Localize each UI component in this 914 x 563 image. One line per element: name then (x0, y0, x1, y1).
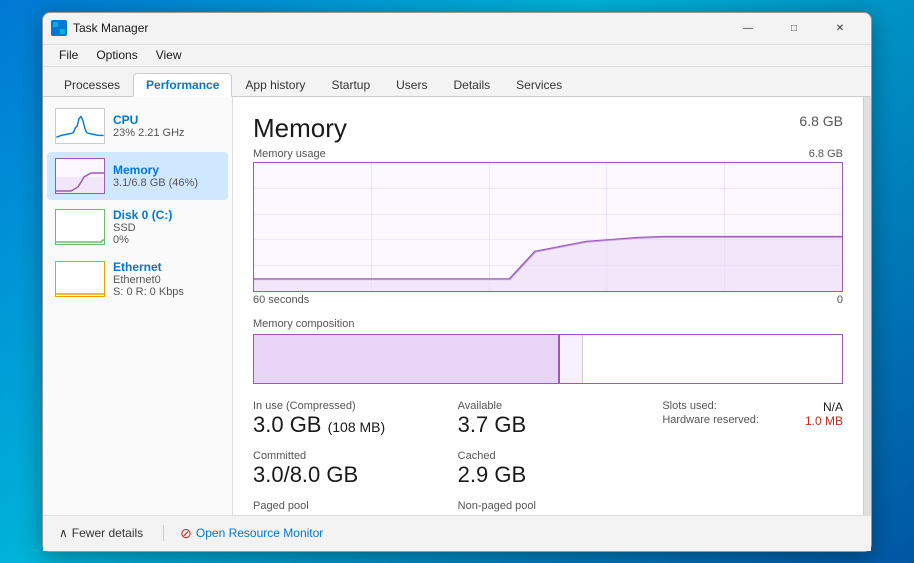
slots-label: Slots used: (662, 400, 716, 414)
main-panel: Memory 6.8 GB Memory usage 6.8 GB (233, 97, 863, 515)
stat-cached: Cached 2.9 GB (458, 450, 639, 488)
ethernet-info: Ethernet Ethernet0 S: 0 R: 0 Kbps (113, 260, 184, 298)
footer-divider (163, 525, 164, 541)
tab-services[interactable]: Services (503, 73, 575, 96)
tab-details[interactable]: Details (440, 73, 503, 96)
open-resource-monitor-link[interactable]: ⊘ Open Resource Monitor (180, 525, 323, 542)
ethernet-name: Ethernet0 (113, 274, 184, 286)
tab-processes[interactable]: Processes (51, 73, 133, 96)
hw-reserved-value: 1.0 MB (805, 414, 843, 428)
tab-app-history[interactable]: App history (232, 73, 318, 96)
composition-label: Memory composition (253, 318, 843, 330)
maximize-button[interactable]: □ (771, 12, 817, 44)
slots-row: Slots used: N/A (662, 400, 843, 414)
cpu-thumbnail (55, 108, 105, 144)
close-button[interactable]: ✕ (817, 12, 863, 44)
minimize-button[interactable]: — (725, 12, 771, 44)
page-title: Memory (253, 113, 347, 144)
sidebar-item-cpu[interactable]: CPU 23% 2.21 GHz (47, 102, 228, 150)
disk-type: SSD (113, 222, 172, 234)
in-use-label: In use (Compressed) (253, 400, 434, 412)
available-value: 3.7 GB (458, 412, 639, 438)
available-label: Available (458, 400, 639, 412)
committed-label: Committed (253, 450, 434, 462)
sidebar-item-memory[interactable]: Memory 3.1/6.8 GB (46%) (47, 152, 228, 200)
sidebar: CPU 23% 2.21 GHz Memory 3.1/6.8 GB (46%) (43, 97, 233, 515)
stat-in-use: In use (Compressed) 3.0 GB (108 MB) (253, 400, 434, 438)
stat-non-paged-pool: Non-paged pool 118 MB (458, 500, 639, 514)
footer: ∧ Fewer details ⊘ Open Resource Monitor (43, 515, 871, 551)
comp-used (254, 335, 560, 383)
composition-section: Memory composition (253, 318, 843, 384)
chart-time-right: 0 (837, 294, 843, 306)
memory-label: Memory (113, 163, 198, 177)
open-resource-monitor-label: Open Resource Monitor (196, 526, 323, 540)
main-header: Memory 6.8 GB (253, 113, 843, 144)
stats-spacer (662, 450, 843, 488)
tab-performance[interactable]: Performance (133, 73, 232, 97)
resource-monitor-icon: ⊘ (180, 525, 192, 542)
slots-value: N/A (823, 400, 843, 414)
menu-view[interactable]: View (148, 46, 190, 64)
memory-stats: 3.1/6.8 GB (46%) (113, 177, 198, 189)
window-title: Task Manager (73, 21, 725, 35)
cached-value: 2.9 GB (458, 462, 639, 488)
hw-reserved-row: Hardware reserved: 1.0 MB (662, 414, 843, 428)
memory-thumbnail (55, 158, 105, 194)
tab-bar: Processes Performance App history Startu… (43, 67, 871, 97)
ethernet-label: Ethernet (113, 260, 184, 274)
paged-pool-label: Paged pool (253, 500, 434, 512)
menu-file[interactable]: File (51, 46, 86, 64)
committed-value: 3.0/8.0 GB (253, 462, 434, 488)
disk-usage: 0% (113, 234, 172, 246)
memory-total: 6.8 GB (799, 113, 843, 129)
stat-paged-pool: Paged pool 251 MB (253, 500, 434, 514)
chart-max: 6.8 GB (809, 148, 843, 160)
content-area: CPU 23% 2.21 GHz Memory 3.1/6.8 GB (46%) (43, 97, 871, 515)
chevron-down-icon: ∧ (59, 526, 68, 540)
comp-free (583, 335, 842, 383)
non-paged-pool-label: Non-paged pool (458, 500, 639, 512)
cpu-label: CPU (113, 113, 185, 127)
sidebar-item-disk[interactable]: Disk 0 (C:) SSD 0% (47, 202, 228, 252)
fewer-details-button[interactable]: ∧ Fewer details (55, 524, 147, 542)
scrollbar[interactable] (863, 97, 871, 515)
disk-thumbnail (55, 209, 105, 245)
memory-chart (253, 162, 843, 292)
cpu-info: CPU 23% 2.21 GHz (113, 113, 185, 139)
menu-bar: File Options View (43, 45, 871, 67)
app-icon (51, 20, 67, 36)
menu-options[interactable]: Options (88, 46, 145, 64)
sidebar-item-ethernet[interactable]: Ethernet Ethernet0 S: 0 R: 0 Kbps (47, 254, 228, 304)
fewer-details-label: Fewer details (72, 526, 143, 540)
hw-reserved-label: Hardware reserved: (662, 414, 759, 428)
stats-grid: In use (Compressed) 3.0 GB (108 MB) Avai… (253, 400, 843, 515)
disk-label: Disk 0 (C:) (113, 208, 172, 222)
memory-info: Memory 3.1/6.8 GB (46%) (113, 163, 198, 189)
task-manager-window: Task Manager — □ ✕ File Options View Pro… (42, 12, 872, 552)
chart-time-left: 60 seconds (253, 294, 309, 306)
stat-slots: Slots used: N/A Hardware reserved: 1.0 M… (662, 400, 843, 438)
disk-info: Disk 0 (C:) SSD 0% (113, 208, 172, 246)
ethernet-speed: S: 0 R: 0 Kbps (113, 286, 184, 298)
title-bar: Task Manager — □ ✕ (43, 13, 871, 45)
chart-header: Memory usage 6.8 GB (253, 148, 843, 160)
in-use-value: 3.0 GB (108 MB) (253, 412, 434, 438)
comp-standby (560, 335, 584, 383)
cpu-stats: 23% 2.21 GHz (113, 127, 185, 139)
window-controls: — □ ✕ (725, 12, 863, 44)
chart-label: Memory usage (253, 148, 326, 160)
cached-label: Cached (458, 450, 639, 462)
ethernet-thumbnail (55, 261, 105, 297)
memory-usage-section: Memory usage 6.8 GB (253, 148, 843, 306)
tab-startup[interactable]: Startup (318, 73, 383, 96)
tab-users[interactable]: Users (383, 73, 440, 96)
stat-available: Available 3.7 GB (458, 400, 639, 438)
composition-bar (253, 334, 843, 384)
stat-committed: Committed 3.0/8.0 GB (253, 450, 434, 488)
chart-time-row: 60 seconds 0 (253, 294, 843, 306)
